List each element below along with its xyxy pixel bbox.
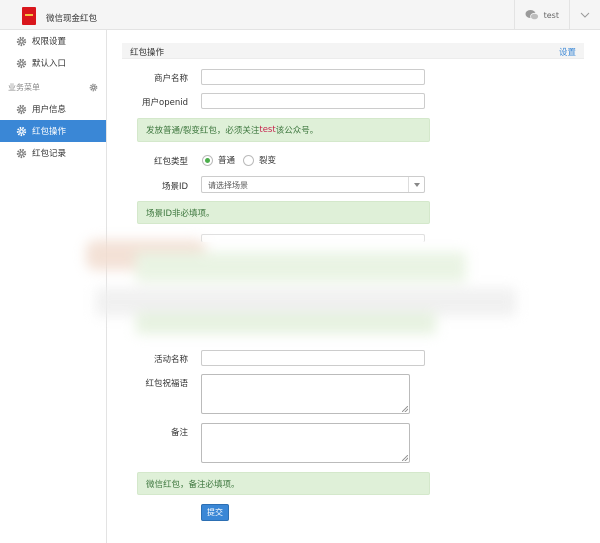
app-logo	[22, 7, 36, 25]
panel-title: 红包操作	[130, 48, 165, 58]
sidebar-item-default-entry[interactable]: 默认入口	[0, 52, 106, 74]
wechat-icon	[525, 10, 539, 21]
username: test	[543, 10, 559, 20]
alert-text: 微信红包，备注必填项。	[146, 479, 240, 490]
gear-icon	[16, 104, 27, 114]
remark-textarea[interactable]	[201, 423, 410, 463]
sidebar-item-label: 用户信息	[32, 105, 67, 115]
remark-label: 备注	[170, 428, 188, 438]
radio-fission[interactable]	[243, 154, 255, 166]
sidebar-item-label: 默认入口	[32, 59, 67, 69]
alert-subscribe: 发放普通/裂变红包，必须关注 test 该公众号。	[137, 118, 430, 142]
sidebar-item-permissions[interactable]: 权限设置	[0, 30, 106, 52]
radio-normal-label: 普通	[218, 156, 236, 166]
obscured-input[interactable]	[201, 234, 425, 242]
alert-highlight: test	[259, 125, 276, 135]
alert-text: 该公众号。	[275, 126, 319, 136]
gear-icon[interactable]	[89, 83, 98, 92]
sidebar-item-redpacket-records[interactable]: 红包记录	[0, 142, 106, 164]
top-right-area: test	[513, 0, 600, 30]
alert-scene: 场景ID非必填项。	[137, 201, 430, 224]
gear-icon	[16, 126, 27, 136]
sidebar-item-label: 红包操作	[32, 127, 67, 137]
sidebar-section-header: 业务菜单	[0, 76, 106, 98]
section-title: 业务菜单	[8, 82, 40, 92]
sidebar-item-redpacket-ops[interactable]: 红包操作	[0, 120, 106, 142]
wishing-textarea[interactable]	[201, 374, 410, 414]
top-bar: 微信现金红包 test	[0, 0, 600, 30]
alert-text: 发放普通/裂变红包，必须关注	[146, 126, 260, 136]
sidebar-item-user-info[interactable]: 用户信息	[0, 98, 106, 120]
scene-label: 场景ID	[161, 182, 188, 192]
submit-button[interactable]: 提交	[201, 504, 229, 521]
type-radio-group: 普通 裂变	[202, 154, 284, 166]
scene-select[interactable]: 请选择场景	[201, 176, 425, 193]
chevron-down-icon	[580, 12, 590, 18]
scene-select-value: 请选择场景	[208, 181, 248, 190]
merchant-label: 商户名称	[153, 74, 188, 84]
type-label: 红包类型	[153, 157, 188, 167]
radio-normal[interactable]	[202, 154, 213, 166]
panel-heading: 红包操作 设置	[122, 43, 584, 59]
sidebar-item-label: 红包记录	[32, 149, 67, 159]
alert-remark: 微信红包，备注必填项。	[137, 472, 430, 495]
caret-down-icon	[408, 177, 424, 192]
openid-label: 用户openid	[142, 98, 188, 108]
settings-link[interactable]: 设置	[559, 46, 576, 58]
openid-input[interactable]	[201, 93, 425, 109]
activity-label: 活动名称	[153, 355, 188, 365]
user-dropdown-toggle[interactable]	[570, 0, 600, 30]
merchant-input[interactable]	[201, 69, 425, 85]
radio-fission-label: 裂变	[259, 156, 277, 166]
sidebar-item-label: 权限设置	[32, 37, 67, 47]
gear-icon	[16, 148, 27, 158]
wishing-label: 红包祝福语	[145, 379, 188, 389]
obscured-region	[76, 232, 546, 336]
user-menu[interactable]: test	[515, 0, 569, 30]
gear-icon	[16, 58, 27, 68]
activity-input[interactable]	[201, 350, 425, 366]
alert-text: 场景ID非必填项。	[146, 208, 215, 219]
app-title: 微信现金红包	[46, 14, 98, 24]
gear-icon	[16, 36, 27, 46]
